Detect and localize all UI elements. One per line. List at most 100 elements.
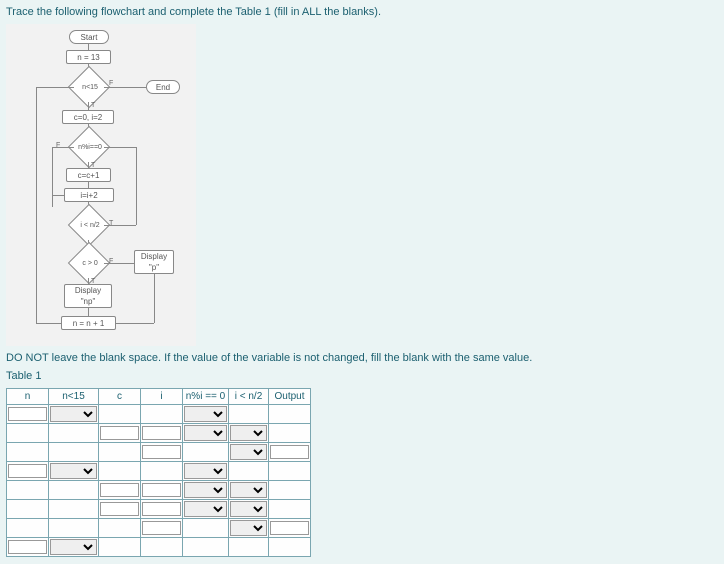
table-cell	[183, 481, 229, 500]
label-f: F	[109, 80, 113, 87]
table-cell	[229, 519, 269, 538]
cell-select[interactable]	[230, 520, 267, 536]
table-cell	[229, 538, 269, 557]
table-cell	[49, 538, 99, 557]
table-cell	[183, 519, 229, 538]
flow-i-inc: i=i+2	[64, 188, 114, 202]
table-cell	[99, 538, 141, 557]
col-mod: n%i == 0	[183, 389, 229, 405]
flow-n-assign: n = 13	[66, 50, 111, 64]
table-cell	[229, 462, 269, 481]
table-cell	[269, 538, 311, 557]
cell-input[interactable]	[100, 483, 139, 497]
table-cell	[141, 424, 183, 443]
cell-input[interactable]	[270, 445, 309, 459]
table-cell	[183, 500, 229, 519]
col-i: i	[141, 389, 183, 405]
trace-table: n n<15 c i n%i == 0 i < n/2 Output	[6, 388, 311, 557]
cell-select[interactable]	[230, 425, 267, 441]
table-cell	[7, 519, 49, 538]
table-cell	[183, 462, 229, 481]
cell-select[interactable]	[50, 539, 97, 555]
table-cell	[49, 481, 99, 500]
table-cell	[99, 462, 141, 481]
table-cell	[269, 519, 311, 538]
table-cell	[269, 405, 311, 424]
table-row	[7, 500, 311, 519]
cell-input[interactable]	[142, 445, 181, 459]
table-cell	[7, 500, 49, 519]
table-cell	[49, 405, 99, 424]
table-cell	[269, 424, 311, 443]
table-cell	[141, 519, 183, 538]
table-cell	[7, 462, 49, 481]
table-cell	[99, 481, 141, 500]
cell-input[interactable]	[270, 521, 309, 535]
table-cell	[7, 424, 49, 443]
table-cell	[49, 443, 99, 462]
cell-select[interactable]	[184, 463, 227, 479]
col-n: n	[7, 389, 49, 405]
table-cell	[269, 462, 311, 481]
table-cell	[229, 405, 269, 424]
flow-disp-p: Display"p"	[134, 250, 174, 274]
cell-select[interactable]	[184, 406, 227, 422]
flow-n-inc: n = n + 1	[61, 316, 116, 330]
table-cell	[7, 538, 49, 557]
table-cell	[99, 443, 141, 462]
table-cell	[141, 405, 183, 424]
cell-input[interactable]	[142, 502, 181, 516]
table-cell	[49, 519, 99, 538]
table-cell	[141, 481, 183, 500]
cell-input[interactable]	[8, 540, 47, 554]
table-cell	[269, 500, 311, 519]
cell-input[interactable]	[8, 464, 47, 478]
cell-select[interactable]	[50, 406, 97, 422]
cell-select[interactable]	[230, 444, 267, 460]
col-half: i < n/2	[229, 389, 269, 405]
flow-c-inc: c=c+1	[66, 168, 111, 182]
cell-select[interactable]	[184, 425, 227, 441]
table-row	[7, 443, 311, 462]
table-title: Table 1	[6, 370, 718, 382]
cell-select[interactable]	[230, 482, 267, 498]
cell-select[interactable]	[184, 482, 227, 498]
table-cell	[99, 500, 141, 519]
cell-input[interactable]	[142, 426, 181, 440]
table-row	[7, 405, 311, 424]
cell-input[interactable]	[100, 502, 139, 516]
table-cell	[141, 538, 183, 557]
flowchart-image: Start n = 13 n<15 F End T c=0, i=2 n%i==…	[6, 24, 196, 346]
table-cell	[229, 481, 269, 500]
table-cell	[229, 443, 269, 462]
table-row	[7, 424, 311, 443]
table-cell	[183, 538, 229, 557]
flow-end: End	[146, 80, 180, 94]
cell-input[interactable]	[8, 407, 47, 421]
table-cell	[99, 405, 141, 424]
table-row	[7, 481, 311, 500]
cell-select[interactable]	[230, 501, 267, 517]
cell-input[interactable]	[142, 521, 181, 535]
table-row	[7, 462, 311, 481]
table-cell	[141, 462, 183, 481]
table-cell	[269, 481, 311, 500]
cell-input[interactable]	[100, 426, 139, 440]
table-cell	[141, 500, 183, 519]
table-cell	[49, 424, 99, 443]
col-n15: n<15	[49, 389, 99, 405]
table-cell	[7, 443, 49, 462]
col-c: c	[99, 389, 141, 405]
table-row	[7, 519, 311, 538]
table-header-row: n n<15 c i n%i == 0 i < n/2 Output	[7, 389, 311, 405]
table-cell	[99, 519, 141, 538]
table-cell	[183, 424, 229, 443]
col-out: Output	[269, 389, 311, 405]
flow-init: c=0, i=2	[62, 110, 114, 124]
label-t: T	[91, 102, 95, 109]
instruction-text: Trace the following flowchart and comple…	[6, 6, 718, 18]
cell-select[interactable]	[50, 463, 97, 479]
table-cell	[183, 443, 229, 462]
cell-select[interactable]	[184, 501, 227, 517]
cell-input[interactable]	[142, 483, 181, 497]
